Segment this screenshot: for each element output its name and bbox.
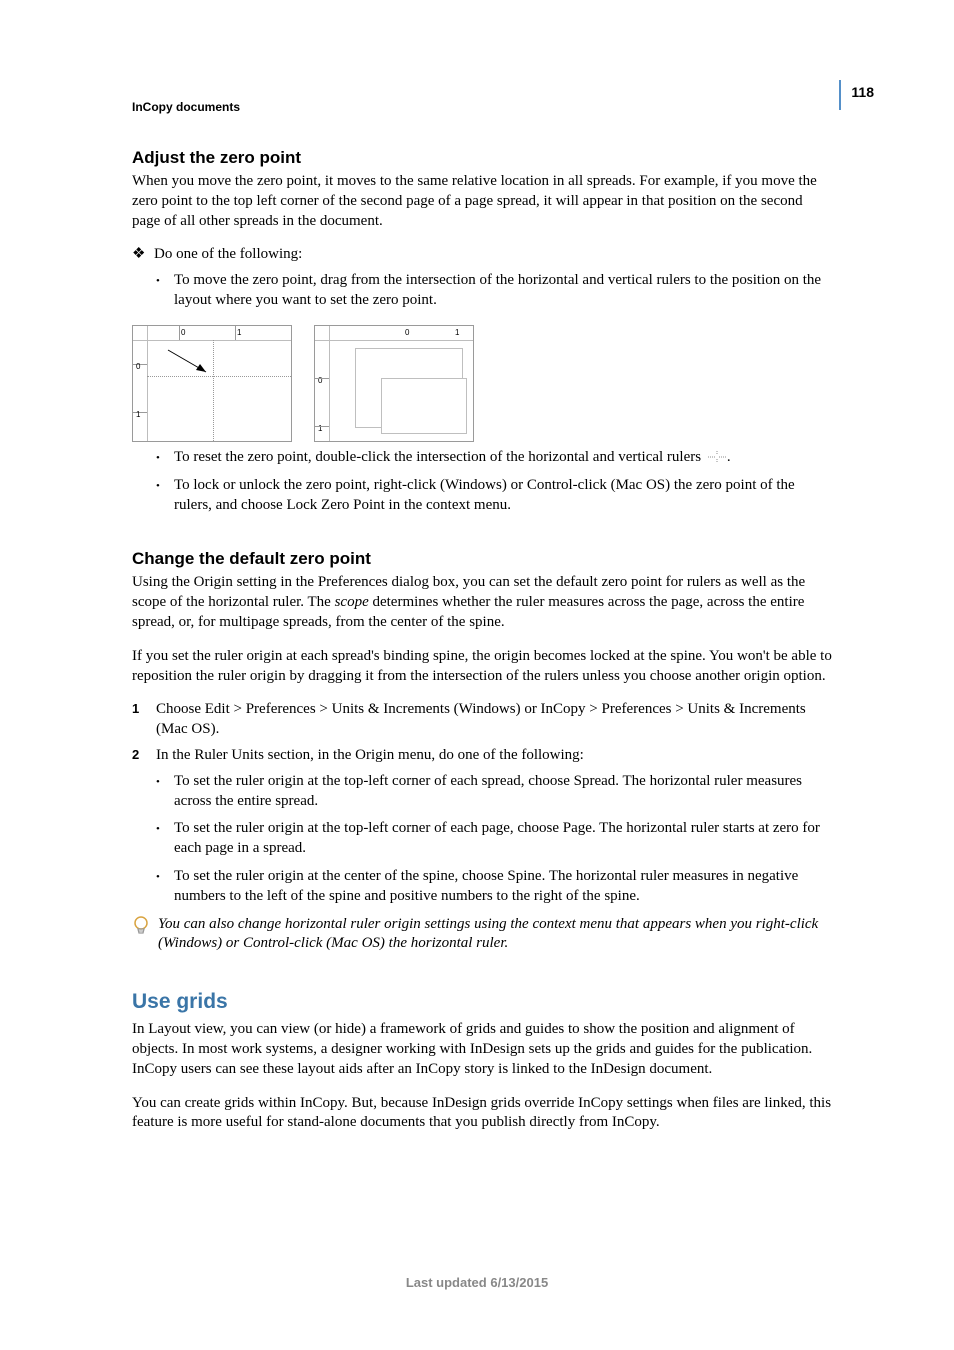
list-item: • To move the zero point, drag from the …: [132, 271, 834, 311]
list-item: • To set the ruler origin at the center …: [132, 867, 834, 907]
heading-use-grids: Use grids: [132, 990, 834, 1014]
running-head: InCopy documents: [132, 0, 834, 114]
bullet-icon: •: [156, 867, 174, 907]
do-one-of: ❖ Do one of the following:: [132, 245, 834, 265]
lightbulb-icon: [132, 915, 150, 955]
para-change-2: If you set the ruler origin at each spre…: [132, 647, 834, 687]
figure-zero-point: 0 1 0 1 0 1 0 1: [132, 325, 834, 442]
bullet-icon: •: [156, 819, 174, 859]
figure-left: 0 1 0 1: [132, 325, 292, 442]
list-item: • To set the ruler origin at the top-lef…: [132, 772, 834, 812]
list-item: • To lock or unlock the zero point, righ…: [132, 476, 834, 516]
para-change-1: Using the Origin setting in the Preferen…: [132, 573, 834, 632]
bullet-icon: •: [156, 448, 174, 468]
para-grids-2: You can create grids within InCopy. But,…: [132, 1094, 834, 1134]
para-grids-1: In Layout view, you can view (or hide) a…: [132, 1020, 834, 1079]
ruler-origin-icon: [707, 450, 727, 464]
list-item: • To reset the zero point, double-click …: [132, 448, 834, 468]
bullet-icon: •: [156, 271, 174, 311]
step-1: 1 Choose Edit > Preferences > Units & In…: [132, 700, 834, 740]
bullet-icon: •: [156, 772, 174, 812]
bullet-icon: •: [156, 476, 174, 516]
heading-change-default: Change the default zero point: [132, 549, 834, 569]
page-number: 118: [839, 80, 874, 110]
heading-adjust-zero: Adjust the zero point: [132, 148, 834, 168]
tip: You can also change horizontal ruler ori…: [132, 915, 834, 955]
figure-right: 0 1 0 1: [314, 325, 474, 442]
diamond-bullet-icon: ❖: [132, 245, 154, 265]
footer-updated: Last updated 6/13/2015: [0, 1275, 954, 1290]
drag-arrow-icon: [166, 348, 216, 378]
list-item: • To set the ruler origin at the top-lef…: [132, 819, 834, 859]
para-adjust-intro: When you move the zero point, it moves t…: [132, 172, 834, 231]
step-2: 2 In the Ruler Units section, in the Ori…: [132, 746, 834, 766]
